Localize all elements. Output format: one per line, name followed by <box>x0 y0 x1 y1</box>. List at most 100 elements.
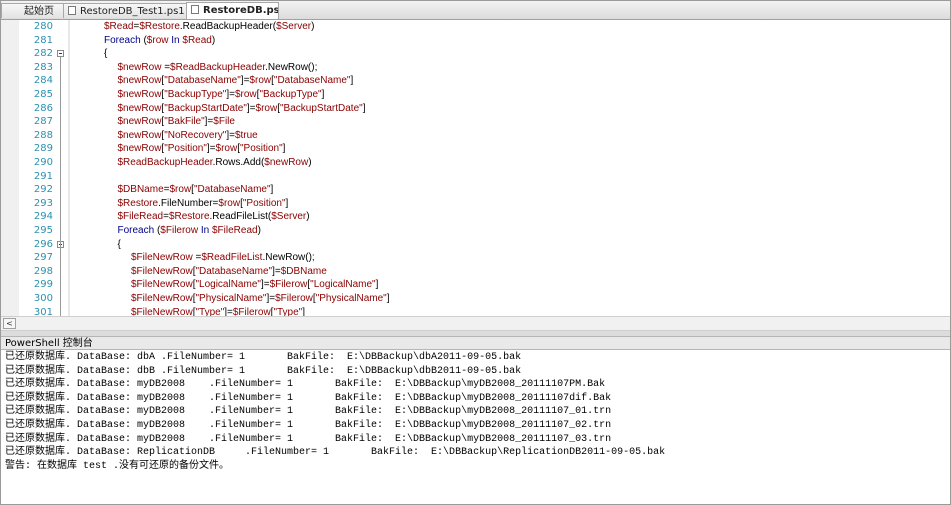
scroll-left-icon[interactable]: < <box>3 318 16 329</box>
code-token: $FileNewRow <box>131 279 193 291</box>
code-line[interactable]: 286 $newRow["BackupStartDate"]=$row["Back… <box>1 102 931 116</box>
code-text: $ReadBackupHeader.Rows.Add($newRow) <box>118 156 312 170</box>
code-line[interactable]: 295 Foreach ($Filerow In $FileRead) <box>1 224 931 238</box>
code-token: $Filerow <box>275 293 313 304</box>
code-token: "DatabaseName" <box>273 75 351 87</box>
code-token: In <box>168 34 183 46</box>
code-token: ]= <box>206 143 216 155</box>
code-line[interactable]: 287 $newRow["BakFile"]=$File <box>1 115 931 129</box>
code-token: $newRow <box>117 129 162 141</box>
code-token: ) <box>257 225 261 236</box>
script-editor[interactable]: 280 $Read=$Restore.ReadBackupHeader($Serv… <box>1 20 950 330</box>
code-line[interactable]: 294 $FileRead=$Restore.ReadFileList($Serv… <box>1 210 931 224</box>
line-number: 292 <box>33 184 53 196</box>
code-line[interactable]: 300 $FileNewRow["PhysicalName"]=$Filerow[… <box>1 292 931 306</box>
code-token: "Position" <box>239 143 283 155</box>
code-token: $FileNewRow <box>131 252 193 264</box>
code-token: (); <box>305 252 315 264</box>
line-number: 298 <box>33 265 53 277</box>
code-token: "DatabaseName" <box>164 75 241 87</box>
code-line[interactable]: 290 $ReadBackupHeader.Rows.Add($newRow) <box>1 156 931 170</box>
line-number: 284 <box>33 75 53 87</box>
code-token: "DatabaseName" <box>195 265 273 277</box>
code-line[interactable]: 291 <box>1 170 931 184</box>
code-line[interactable]: 280 $Read=$Restore.ReadBackupHeader($Serv… <box>1 20 931 34</box>
code-token: $ReadBackupHeader <box>117 157 213 168</box>
code-token: (); <box>307 61 318 73</box>
code-token: $row <box>255 102 278 114</box>
script-file-icon <box>68 6 76 15</box>
code-token: ] <box>362 102 366 114</box>
code-token: $DBName <box>280 265 327 277</box>
code-line[interactable]: 297 $FileNewRow =$ReadFileList.NewRow(); <box>1 251 931 265</box>
code-line[interactable]: 296 { <box>1 238 931 252</box>
code-token: "BackupStartDate" <box>164 102 247 114</box>
code-token: $row <box>218 197 241 209</box>
code-token: ) <box>311 21 315 32</box>
code-token: $FileRead <box>212 225 258 236</box>
code-token: $File <box>213 116 235 128</box>
code-token: $ReadFileList <box>201 252 263 264</box>
code-token: ] <box>375 279 379 291</box>
tab-start-page[interactable]: 起始页 <box>1 3 65 18</box>
code-token: Rows <box>215 157 241 168</box>
line-number: 286 <box>33 102 53 114</box>
code-text: $DBName=$row["DatabaseName"] <box>118 183 274 197</box>
code-token: ]= <box>266 293 276 304</box>
code-line[interactable]: 285 $newRow["BackupType"]=$row["BackupTyp… <box>1 88 931 102</box>
code-line[interactable]: 283 $newRow =$ReadBackupHeader.NewRow(); <box>1 61 931 75</box>
code-token: Add <box>243 157 261 168</box>
code-token: "LogicalName" <box>310 279 376 291</box>
code-text: $Restore.FileNumber=$row["Position"] <box>118 197 289 211</box>
line-number: 283 <box>33 61 53 73</box>
code-text: { <box>118 238 121 252</box>
code-line[interactable]: 284 $newRow["DatabaseName"]=$row["Databas… <box>1 74 931 88</box>
code-token: ReadFileList <box>212 211 268 223</box>
code-line[interactable]: 298 $FileNewRow["DatabaseName"]=$DBName <box>1 265 931 279</box>
code-line[interactable]: 292 $DBName=$row["DatabaseName"] <box>1 183 931 197</box>
line-number: 282 <box>33 48 53 60</box>
code-line[interactable]: 281 Foreach ($row In $Read) <box>1 34 931 48</box>
code-token: ) <box>211 34 216 46</box>
code-token: Foreach <box>117 225 155 236</box>
code-token: "Position" <box>164 143 207 155</box>
console-output[interactable]: 已还原数据库. DataBase: dbA .FileNumber= 1 Bak… <box>1 351 950 504</box>
code-token: $true <box>234 129 258 141</box>
tab-label: 起始页 <box>24 6 54 17</box>
code-token: "DatabaseName" <box>193 184 271 196</box>
powershell-ise-window: 起始页 RestoreDB_Test1.ps1 RestoreDB.ps1 28… <box>0 0 951 505</box>
tab-label: RestoreDB_Test1.ps1 <box>80 6 185 17</box>
console-pane-title: PowerShell 控制台 <box>1 336 950 350</box>
console-line: 已还原数据库. DataBase: myDB2008 .FileNumber= … <box>5 406 612 418</box>
code-token: $DBName <box>117 184 164 196</box>
code-line[interactable]: 293 $Restore.FileNumber=$row["Position"] <box>1 197 931 211</box>
code-token: FileNumber <box>160 197 213 209</box>
code-line[interactable]: 289 $newRow["Position"]=$row["Position"] <box>1 142 931 156</box>
collapse-icon[interactable] <box>57 50 64 58</box>
code-text: $newRow["NoRecovery"]=$true <box>118 129 258 143</box>
code-text: $FileNewRow["LogicalName"]=$Filerow["Log… <box>131 278 378 292</box>
code-token: $newRow <box>117 143 162 155</box>
line-number: 294 <box>33 211 53 223</box>
code-token: NewRow <box>265 252 306 264</box>
code-token: "BackupType" <box>259 89 322 100</box>
code-token: $newRow <box>117 75 162 87</box>
code-token: ]= <box>226 129 235 141</box>
code-token: ] <box>350 75 354 87</box>
code-text: Foreach ($row In $Read) <box>104 34 215 48</box>
code-token: $FileRead <box>117 211 164 223</box>
tab-restoredb-test1[interactable]: RestoreDB_Test1.ps1 <box>63 3 188 18</box>
code-text: $newRow["BakFile"]=$File <box>118 115 235 129</box>
code-line[interactable]: 299 $FileNewRow["LogicalName"]=$Filerow["… <box>1 278 931 292</box>
code-token: $Server <box>271 211 307 223</box>
line-number: 293 <box>33 197 53 209</box>
code-token: "BackupType" <box>164 89 227 100</box>
line-number: 296 <box>33 238 53 250</box>
code-token: ) <box>308 157 312 168</box>
code-line[interactable]: 282 { <box>1 47 931 61</box>
console-line: 已还原数据库. DataBase: myDB2008 .FileNumber= … <box>5 379 606 391</box>
code-line[interactable]: 288 $newRow["NoRecovery"]=$true <box>1 129 931 143</box>
horizontal-scrollbar[interactable]: < <box>1 316 950 331</box>
script-file-icon <box>191 5 199 14</box>
tab-restoredb[interactable]: RestoreDB.ps1 <box>186 2 279 19</box>
